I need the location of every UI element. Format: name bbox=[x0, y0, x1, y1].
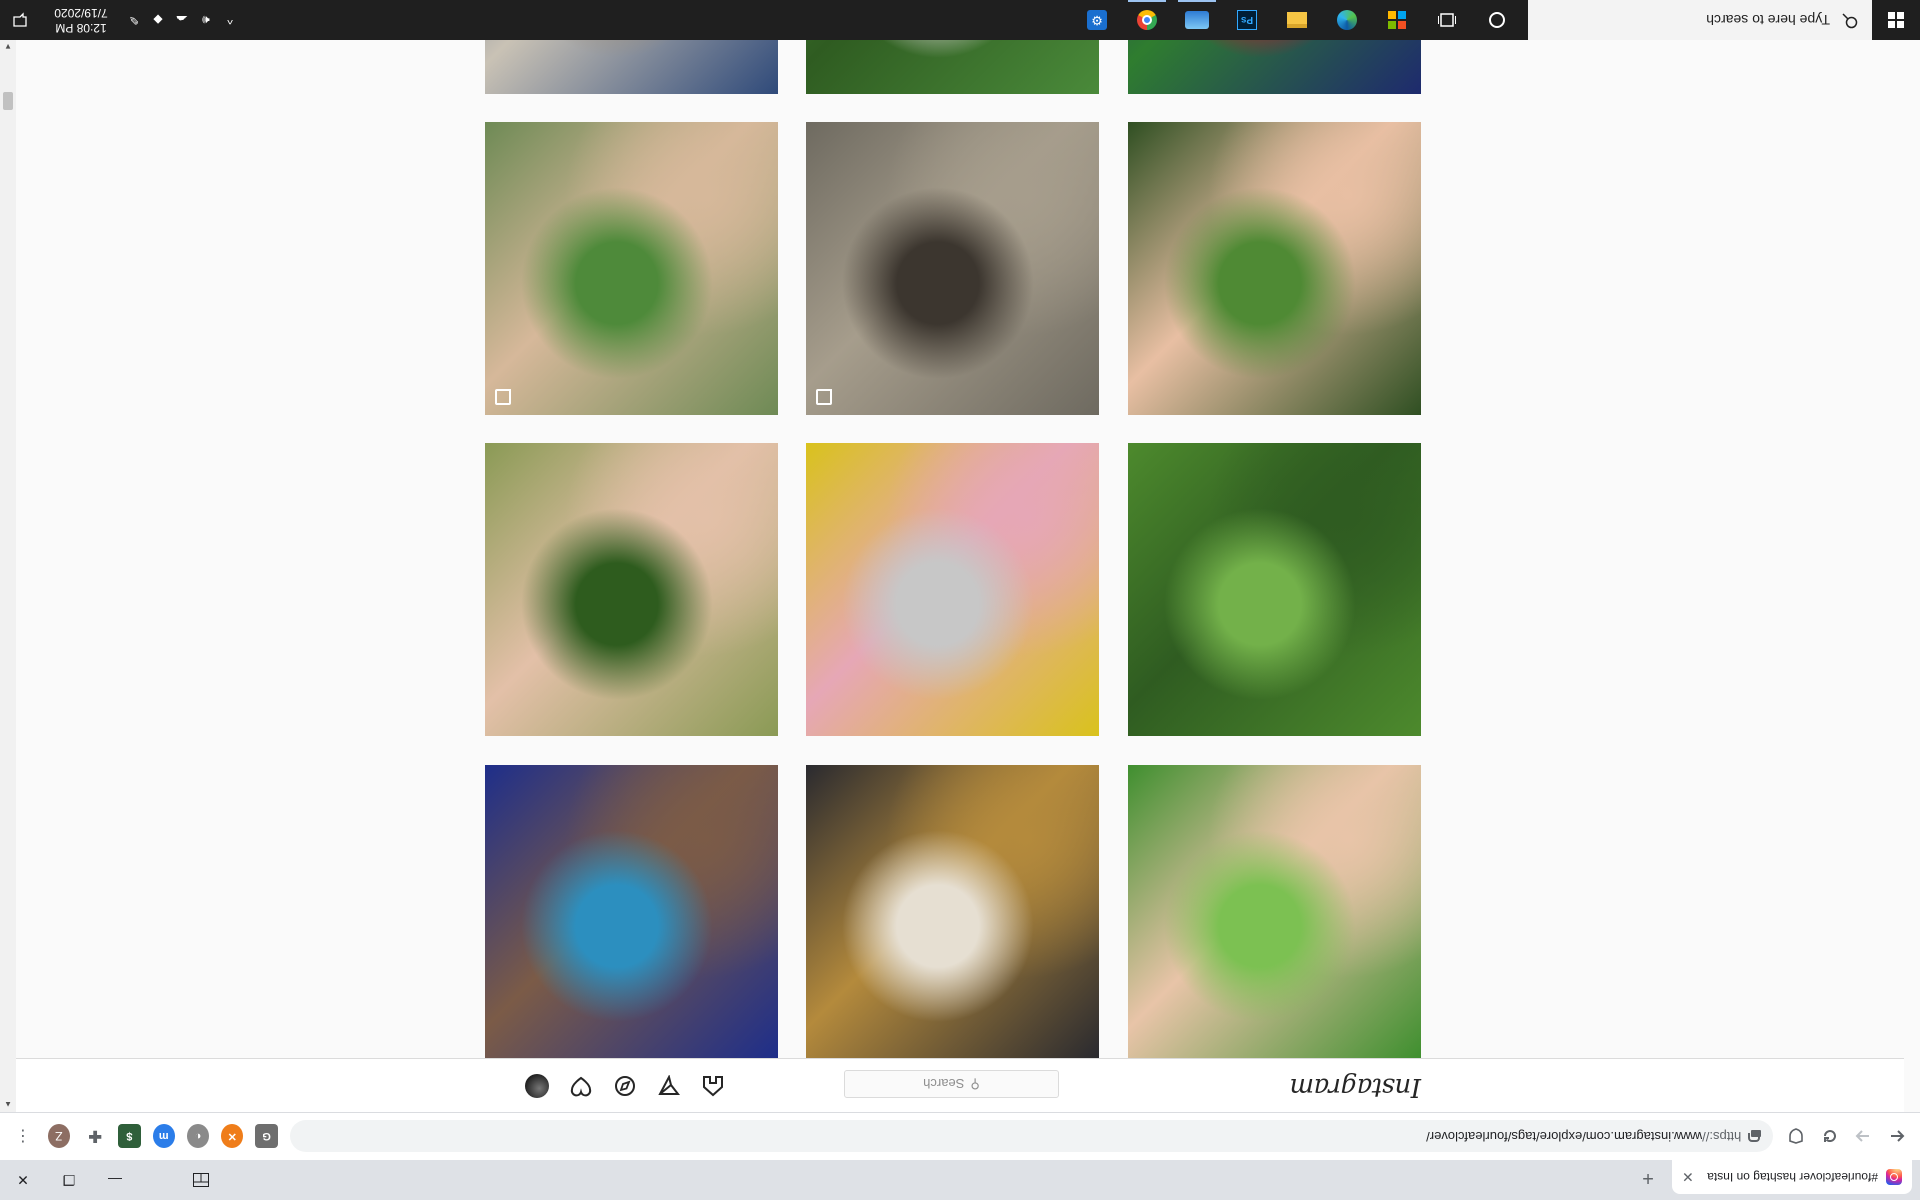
task-view-icon[interactable] bbox=[1422, 0, 1472, 40]
grid-photo-hand-picking-clover[interactable] bbox=[485, 443, 778, 736]
address-bar[interactable]: https://www.instagram.com/explore/tags/f… bbox=[289, 1120, 1774, 1153]
extension-green-icon[interactable]: $ bbox=[118, 1124, 141, 1149]
restore-button[interactable]: ❐ bbox=[46, 1160, 92, 1200]
browser-tab-strip: #fourleafclover hashtag on Insta ✕ + — ❐… bbox=[0, 1160, 1920, 1200]
scrollbar-thumb[interactable] bbox=[3, 92, 13, 110]
window-controls: — ❐ ✕ bbox=[0, 1160, 224, 1200]
grid-photo-hand-ring-clover[interactable] bbox=[1128, 765, 1421, 1058]
minimize-button[interactable]: — bbox=[92, 1160, 138, 1200]
url-text: https://www.instagram.com/explore/tags/f… bbox=[1426, 1129, 1742, 1144]
photo-grid bbox=[0, 40, 1904, 1058]
chevron-up-icon[interactable]: ^ bbox=[218, 0, 242, 40]
extensions-puzzle-icon[interactable]: ✚ bbox=[84, 1125, 106, 1149]
edge-icon[interactable] bbox=[1322, 0, 1372, 40]
windows-taskbar: Type here to search Ps ⚙ ^ 🔊︎ ☁ ◆ ✎ 12:0… bbox=[0, 0, 1920, 40]
search-placeholder: Search bbox=[923, 1076, 965, 1092]
screen: #fourleafclover hashtag on Insta ✕ + — ❐… bbox=[0, 0, 1920, 1200]
extension-circle-icon[interactable]: ◐ bbox=[186, 1124, 210, 1149]
cortana-icon[interactable] bbox=[1472, 0, 1522, 40]
explore-icon[interactable] bbox=[612, 1073, 638, 1099]
profile-avatar[interactable]: Z bbox=[47, 1124, 71, 1149]
instagram-favicon-icon bbox=[1886, 1169, 1902, 1185]
grid-photo-clover-flowers[interactable] bbox=[806, 40, 1099, 94]
pen-icon[interactable]: ✎ bbox=[122, 0, 146, 40]
settings-icon[interactable]: ⚙ bbox=[1072, 0, 1122, 40]
instagram-logo[interactable]: Instagram bbox=[1290, 1072, 1421, 1102]
search-icon bbox=[1842, 11, 1858, 30]
photoshop-icon[interactable]: Ps bbox=[1222, 0, 1272, 40]
file-explorer-icon[interactable] bbox=[1272, 0, 1322, 40]
notification-icon[interactable] bbox=[0, 0, 40, 40]
extension-blue-icon[interactable]: m bbox=[152, 1124, 175, 1149]
grid-photo-girl-yellow-flowers[interactable] bbox=[806, 443, 1099, 736]
scroll-down-icon[interactable]: ▼ bbox=[0, 40, 16, 54]
onedrive-cloud-icon[interactable]: ☁ bbox=[170, 0, 194, 40]
multiple-photos-icon bbox=[816, 389, 832, 405]
grid-photo-flag-clover[interactable] bbox=[1128, 40, 1421, 94]
system-clock[interactable]: 12:08 PM 7/19/2020 bbox=[40, 5, 122, 35]
browser-tab[interactable]: #fourleafclover hashtag on Insta ✕ bbox=[1672, 1160, 1912, 1194]
extension-reader-icon[interactable]: G bbox=[255, 1124, 278, 1149]
direct-icon[interactable] bbox=[656, 1073, 682, 1099]
clock-date: 7/19/2020 bbox=[54, 6, 108, 20]
volume-icon[interactable]: 🔊︎ bbox=[194, 0, 218, 40]
store-icon[interactable] bbox=[1372, 0, 1422, 40]
search-icon: ⚲ bbox=[970, 1077, 980, 1092]
taskbar-apps: Ps ⚙ bbox=[1072, 0, 1522, 40]
new-tab-button[interactable]: + bbox=[1634, 1164, 1662, 1192]
lock-icon bbox=[1751, 1131, 1761, 1143]
dropbox-icon[interactable]: ◆ bbox=[146, 0, 170, 40]
close-window-button[interactable]: ✕ bbox=[0, 1160, 46, 1200]
forward-arrow-icon[interactable] bbox=[1849, 1121, 1879, 1153]
instagram-navbar: Instagram ⚲ Search bbox=[0, 1058, 1904, 1112]
taskbar-search-placeholder: Type here to search bbox=[1706, 12, 1830, 28]
taskbar-search-input[interactable]: Type here to search bbox=[1528, 0, 1872, 40]
page-scrollbar[interactable]: ▲ ▼ bbox=[0, 40, 16, 1112]
grid-photo-white-flowers-costume[interactable] bbox=[806, 765, 1099, 1058]
grid-photo-hand-holding-clover[interactable] bbox=[1128, 122, 1421, 415]
reload-icon[interactable] bbox=[1815, 1121, 1845, 1153]
profile-avatar[interactable] bbox=[524, 1073, 550, 1099]
grid-photo-cement-saw[interactable] bbox=[806, 122, 1099, 415]
multiple-photos-icon bbox=[495, 389, 511, 405]
activity-icon[interactable] bbox=[568, 1073, 594, 1099]
instagram-nav-icons bbox=[524, 1073, 726, 1099]
clock-time: 12:08 PM bbox=[55, 21, 107, 35]
home-icon[interactable] bbox=[700, 1073, 726, 1099]
tab-title: #fourleafclover hashtag on Insta bbox=[1707, 1170, 1878, 1184]
grid-photo-blue-clover-pouf[interactable] bbox=[485, 765, 778, 1058]
onedrive-icon[interactable] bbox=[1172, 0, 1222, 40]
grid-photo-closeup-clover[interactable] bbox=[485, 122, 778, 415]
chrome-icon[interactable] bbox=[1122, 0, 1172, 40]
extension-orange-icon[interactable]: ✕ bbox=[221, 1124, 244, 1149]
grid-photo-four-leaf-clover-grass[interactable] bbox=[1128, 443, 1421, 736]
grid-photo-denim-pillows-stump[interactable] bbox=[485, 40, 778, 94]
tab-close-icon[interactable]: ✕ bbox=[1682, 1169, 1694, 1186]
windows-start-icon[interactable] bbox=[1872, 0, 1920, 40]
browser-toolbar: https://www.instagram.com/explore/tags/f… bbox=[0, 1112, 1920, 1160]
system-tray: ^ 🔊︎ ☁ ◆ ✎ 12:08 PM 7/19/2020 bbox=[0, 0, 242, 40]
shield-icon[interactable] bbox=[1781, 1121, 1811, 1153]
back-arrow-icon[interactable] bbox=[1882, 1121, 1912, 1153]
menu-kebab-icon[interactable]: ⋮ bbox=[8, 1121, 38, 1153]
scroll-up-icon[interactable]: ▲ bbox=[0, 1098, 16, 1112]
instagram-search-input[interactable]: ⚲ Search bbox=[844, 1070, 1059, 1098]
tab-search-icon[interactable] bbox=[178, 1160, 224, 1200]
